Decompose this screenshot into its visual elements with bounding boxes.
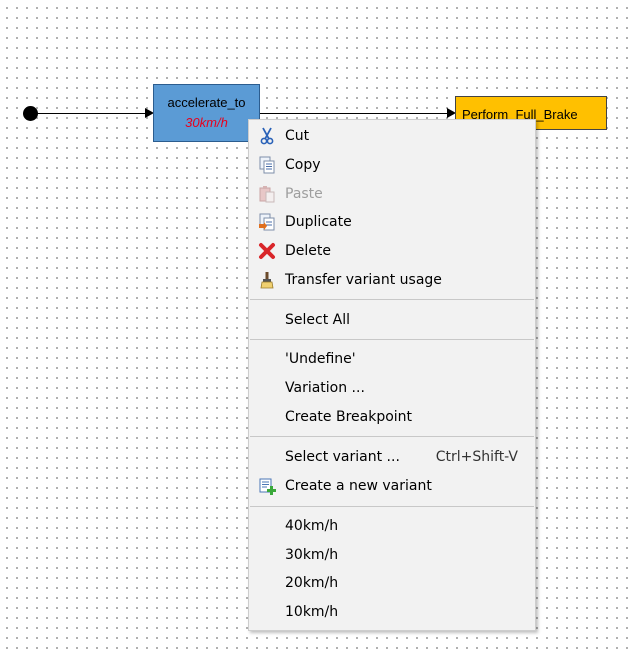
menu-item-undefine[interactable]: 'Undefine': [249, 345, 535, 373]
menu-item-transfer-variant-usage[interactable]: Transfer variant usage: [249, 266, 535, 294]
delete-icon: [259, 243, 275, 259]
menu-item-delete[interactable]: Delete: [249, 237, 535, 265]
menu-item-select-variant[interactable]: Select variant ... Ctrl+Shift-V: [249, 443, 535, 471]
menu-item-label: Select variant ...: [285, 449, 400, 465]
duplicate-icon: [259, 213, 275, 231]
menu-item-variant-20kmh[interactable]: 20km/h: [249, 569, 535, 597]
paste-icon: [259, 186, 275, 203]
menu-item-variant-40kmh[interactable]: 40km/h: [249, 512, 535, 540]
menu-item-label: Paste: [285, 186, 323, 202]
menu-item-shortcut: Ctrl+Shift-V: [435, 449, 518, 465]
state-name: accelerate_to: [167, 95, 246, 110]
menu-item-label: Transfer variant usage: [285, 272, 442, 288]
menu-item-label: 'Undefine': [285, 351, 356, 367]
menu-item-paste[interactable]: Paste: [249, 180, 535, 208]
brush-icon: [260, 272, 274, 289]
menu-item-label: Create Breakpoint: [285, 409, 413, 425]
menu-item-label: Delete: [285, 243, 331, 259]
menu-separator: [250, 436, 534, 437]
menu-item-variant-30kmh[interactable]: 30km/h: [249, 541, 535, 569]
transition-line-start[interactable]: [37, 113, 145, 114]
new-variant-icon: [259, 478, 276, 495]
transition-line-brake[interactable]: [260, 113, 447, 114]
menu-item-duplicate[interactable]: Duplicate: [249, 208, 535, 236]
copy-icon: [259, 156, 275, 174]
menu-item-label: 20km/h: [285, 575, 339, 591]
menu-item-variation[interactable]: Variation ...: [249, 374, 535, 402]
menu-item-label: Variation ...: [285, 380, 365, 396]
menu-item-copy[interactable]: Copy: [249, 151, 535, 179]
menu-item-cut[interactable]: Cut: [249, 122, 535, 150]
context-menu: Cut Copy Paste Duplicate Delete Transfer…: [248, 119, 536, 631]
menu-item-select-all[interactable]: Select All: [249, 306, 535, 334]
menu-item-label: Cut: [285, 128, 310, 144]
menu-item-label: Copy: [285, 157, 321, 173]
menu-item-label: Duplicate: [285, 214, 352, 230]
menu-item-label: Create a new variant: [285, 478, 432, 494]
menu-separator: [250, 506, 534, 507]
menu-item-label: 10km/h: [285, 604, 339, 620]
menu-separator: [250, 339, 534, 340]
menu-item-label: Select All: [285, 312, 350, 328]
menu-item-create-new-variant[interactable]: Create a new variant: [249, 472, 535, 500]
menu-separator: [250, 299, 534, 300]
initial-state-node[interactable]: [23, 106, 38, 121]
state-variant: 30km/h: [185, 115, 228, 130]
state-accelerate-to[interactable]: accelerate_to 30km/h: [153, 84, 260, 142]
scissors-icon: [260, 127, 274, 145]
menu-item-variant-10kmh[interactable]: 10km/h: [249, 598, 535, 626]
menu-item-label: 30km/h: [285, 547, 339, 563]
menu-item-create-breakpoint[interactable]: Create Breakpoint: [249, 403, 535, 431]
menu-item-label: 40km/h: [285, 518, 339, 534]
